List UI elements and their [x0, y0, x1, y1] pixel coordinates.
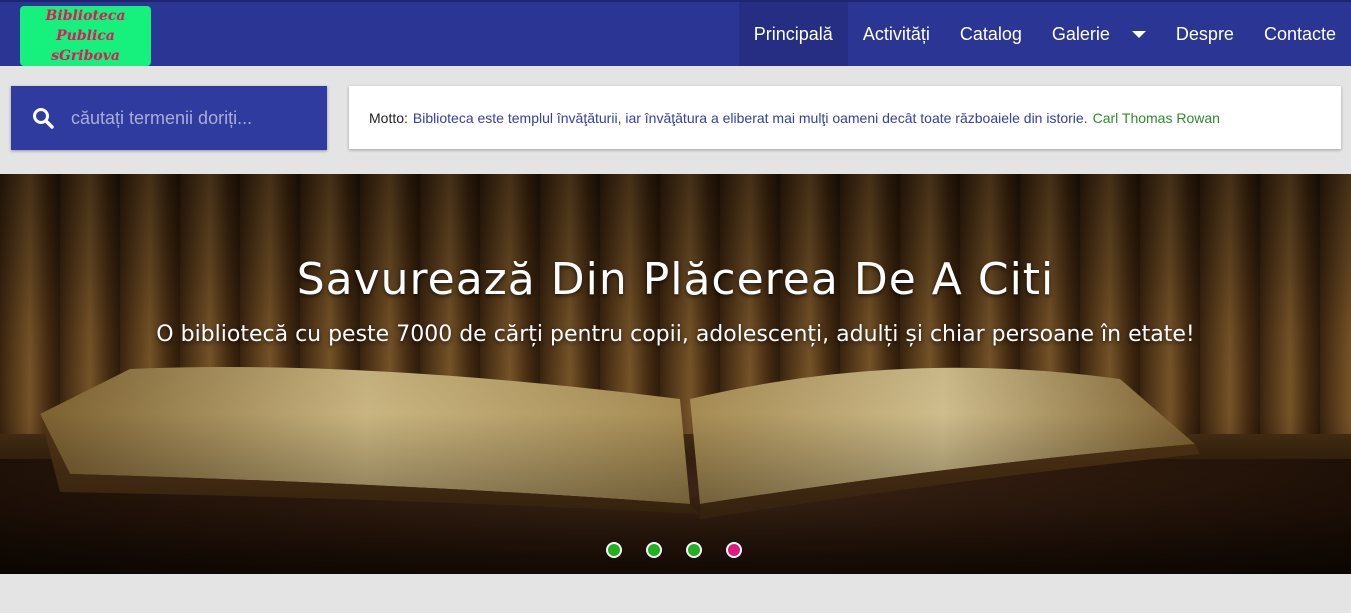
top-navbar: Biblioteca Publica sGribova Principală A…: [0, 0, 1351, 66]
nav-item-label: Galerie: [1051, 23, 1110, 44]
search-icon[interactable]: [31, 106, 55, 130]
nav-item-principala[interactable]: Principală: [738, 2, 848, 66]
motto-author: Carl Thomas Rowan: [1092, 109, 1220, 126]
hero-title: Savurează Din Plăcerea De A Citi: [296, 254, 1055, 305]
chevron-down-icon[interactable]: [1131, 30, 1146, 38]
nav-item-label: Despre: [1175, 23, 1234, 44]
motto-label: Motto:: [369, 109, 408, 126]
logo-line-2: sGribova: [51, 48, 120, 64]
hero-overlay: [0, 174, 1351, 574]
nav-item-activitati[interactable]: Activități: [848, 2, 945, 66]
search-box: [11, 86, 327, 150]
search-input[interactable]: [71, 107, 301, 129]
nav-item-label: Activități: [862, 23, 930, 44]
nav-item-label: Contacte: [1263, 23, 1336, 44]
motto-quote: Biblioteca este templul învăţăturii, iar…: [412, 109, 1088, 126]
logo-line-1: Biblioteca Publica: [45, 8, 126, 44]
nav-item-despre[interactable]: Despre: [1161, 2, 1249, 66]
hero-subtitle: O bibliotecă cu peste 7000 de cărți pent…: [156, 322, 1195, 347]
carousel-dot-3[interactable]: [686, 542, 702, 558]
nav-item-contacte[interactable]: Contacte: [1249, 2, 1351, 66]
nav-item-galerie[interactable]: Galerie: [1037, 2, 1161, 66]
main-nav: Principală Activități Catalog Galerie De…: [738, 2, 1351, 66]
carousel-dot-4[interactable]: [726, 542, 742, 558]
nav-item-label: Principală: [753, 23, 833, 44]
nav-item-catalog[interactable]: Catalog: [945, 2, 1037, 66]
carousel-indicators: [606, 542, 742, 558]
motto-box: Motto: Biblioteca este templul învăţătur…: [349, 86, 1341, 149]
hero-carousel: Savurează Din Plăcerea De A Citi O bibli…: [0, 174, 1351, 574]
nav-item-label: Catalog: [959, 23, 1022, 44]
site-logo[interactable]: Biblioteca Publica sGribova: [20, 6, 151, 66]
carousel-dot-1[interactable]: [606, 542, 622, 558]
carousel-dot-2[interactable]: [646, 542, 662, 558]
